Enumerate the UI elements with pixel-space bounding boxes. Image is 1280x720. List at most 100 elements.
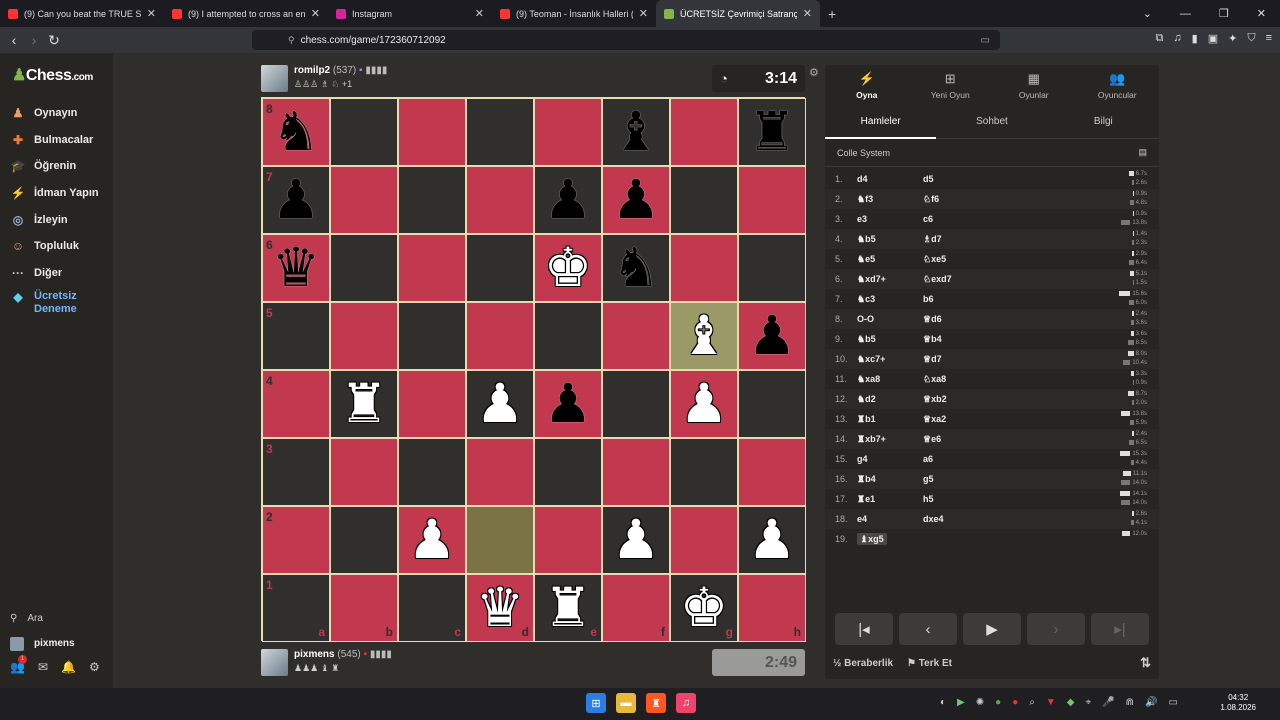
forward-button[interactable]: › (24, 32, 44, 48)
square-g5[interactable]: ♝ (670, 302, 738, 370)
play-button[interactable]: ▶ (963, 613, 1021, 645)
black-move[interactable]: ♘f6 (923, 194, 989, 205)
white-king-piece[interactable]: ♚ (544, 241, 592, 295)
tray-icon[interactable]: ⌖ (1085, 697, 1091, 708)
square-a5[interactable]: 5 (262, 302, 330, 370)
square-h1[interactable]: h (738, 574, 806, 642)
black-knight-piece[interactable]: ♞ (612, 241, 660, 295)
bottom-player-name[interactable]: pixmens (545) ▪ ▮▮▮▮ (294, 649, 392, 660)
black-pawn-piece[interactable]: ♟ (748, 309, 796, 363)
square-b6[interactable] (330, 234, 398, 302)
settings-gear-icon[interactable]: ⚙ (89, 660, 100, 674)
square-a6[interactable]: 6 ♛ (262, 234, 330, 302)
square-a3[interactable]: 3 (262, 438, 330, 506)
tab-games[interactable]: ▦ Oyunlar (992, 65, 1076, 105)
tray-icon[interactable]: ✺ (976, 697, 984, 708)
square-c5[interactable] (398, 302, 466, 370)
square-b2[interactable] (330, 506, 398, 574)
shield-icon[interactable]: ⛉ (1247, 32, 1255, 45)
tab-players[interactable]: 👥 Oyuncular (1076, 65, 1160, 105)
close-window-button[interactable]: ✕ (1257, 7, 1266, 20)
square-c8[interactable] (398, 98, 466, 166)
square-e8[interactable] (534, 98, 602, 166)
square-d7[interactable] (466, 166, 534, 234)
bottom-player-avatar[interactable] (261, 649, 288, 676)
square-h7[interactable] (738, 166, 806, 234)
browser-tab[interactable]: (9) Teoman - İnsanlık Halleri (Full✕ (492, 0, 656, 27)
chess-logo[interactable]: ♟Chess.com (12, 65, 93, 85)
black-move[interactable]: ♕e6 (923, 434, 989, 445)
square-g2[interactable] (670, 506, 738, 574)
profile-link[interactable]: pixmens (10, 631, 100, 656)
sidebar-item-puzzle[interactable]: ✚ Bulmacalar (10, 127, 99, 154)
white-queen-piece[interactable]: ♛ (476, 581, 524, 635)
tray-icon[interactable]: ▼ (1046, 697, 1056, 708)
ai-icon[interactable]: ✦ (1228, 32, 1237, 45)
square-a8[interactable]: 8 ♞ (262, 98, 330, 166)
white-pawn-piece[interactable]: ♟ (476, 377, 524, 431)
tab-moves[interactable]: Hamleler (825, 105, 937, 139)
tray-icon[interactable]: ▶ (957, 697, 965, 708)
square-e4[interactable]: ♟ (534, 370, 602, 438)
square-f2[interactable]: ♟ (602, 506, 670, 574)
black-move[interactable]: ♘xe5 (923, 254, 989, 265)
tray-icon[interactable]: ◆ (1067, 697, 1075, 708)
square-f7[interactable]: ♟ (602, 166, 670, 234)
white-king-piece[interactable]: ♚ (680, 581, 728, 635)
white-move[interactable]: ♜e1 (857, 494, 923, 505)
tab-list-icon[interactable]: ⌄ (1143, 7, 1152, 20)
wifi-icon[interactable]: ⋒ (1126, 697, 1134, 708)
square-b5[interactable] (330, 302, 398, 370)
square-b7[interactable] (330, 166, 398, 234)
sidebar-item-learn[interactable]: 🎓 Öğrenin (10, 153, 99, 180)
white-move[interactable]: ♝xg5 (857, 532, 923, 545)
white-bishop-piece[interactable]: ♝ (680, 309, 728, 363)
last-move-button[interactable]: ▸| (1091, 613, 1149, 645)
black-move[interactable]: ♘exd7 (923, 274, 989, 285)
square-c7[interactable] (398, 166, 466, 234)
square-h4[interactable] (738, 370, 806, 438)
battery-icon[interactable]: ▭ (1168, 697, 1177, 708)
resign-button[interactable]: ⚑ Terk Et (907, 658, 952, 669)
square-c3[interactable] (398, 438, 466, 506)
close-tab-icon[interactable]: ✕ (147, 7, 156, 20)
tab-chat[interactable]: Sohbet (936, 105, 1047, 138)
reload-button[interactable]: ↻ (44, 32, 64, 49)
black-pawn-piece[interactable]: ♟ (612, 173, 660, 227)
draw-button[interactable]: ½ Beraberlik (833, 658, 893, 669)
cast-icon[interactable]: ▭ (981, 35, 990, 46)
square-d6[interactable] (466, 234, 534, 302)
white-rook-piece[interactable]: ♜ (544, 581, 592, 635)
square-b8[interactable] (330, 98, 398, 166)
flip-board-icon[interactable]: ⇅ (1140, 655, 1151, 671)
browser-tab[interactable]: Instagram ✕ (328, 0, 492, 27)
white-move[interactable]: ♞f3 (857, 194, 923, 205)
white-pawn-piece[interactable]: ♟ (680, 377, 728, 431)
book-icon[interactable]: ▤ (1138, 147, 1147, 158)
square-b1[interactable]: b (330, 574, 398, 642)
black-pawn-piece[interactable]: ♟ (272, 173, 320, 227)
white-pawn-piece[interactable]: ♟ (748, 513, 796, 567)
square-h8[interactable]: ♜ (738, 98, 806, 166)
browser-tab[interactable]: (9) Can you beat the TRUE Skyblock?✕ (0, 0, 164, 27)
square-c4[interactable] (398, 370, 466, 438)
square-d3[interactable] (466, 438, 534, 506)
tray-icon[interactable]: ◐ (940, 697, 946, 708)
black-pawn-piece[interactable]: ♟ (544, 377, 592, 431)
close-tab-icon[interactable]: ✕ (639, 7, 648, 20)
windows-start-icon[interactable]: ⊞ (586, 693, 606, 713)
black-move[interactable]: ♗d7 (923, 234, 989, 245)
square-h6[interactable] (738, 234, 806, 302)
black-move[interactable]: b6 (923, 294, 989, 304)
search-link[interactable]: ⚲ Ara (10, 606, 100, 631)
square-d2[interactable] (466, 506, 534, 574)
square-g3[interactable] (670, 438, 738, 506)
back-button[interactable]: ‹ (4, 32, 24, 48)
friends-icon[interactable]: 👥 1 (10, 655, 27, 674)
square-c2[interactable]: ♟ (398, 506, 466, 574)
sidebar-item-more[interactable]: ··· Diğer (10, 260, 99, 287)
bell-icon[interactable]: 🔔 (61, 660, 76, 674)
white-move[interactable]: ♞d2 (857, 394, 923, 405)
square-f8[interactable]: ♝ (602, 98, 670, 166)
sidebar-item-play[interactable]: ♟ Oynayın (10, 100, 99, 127)
